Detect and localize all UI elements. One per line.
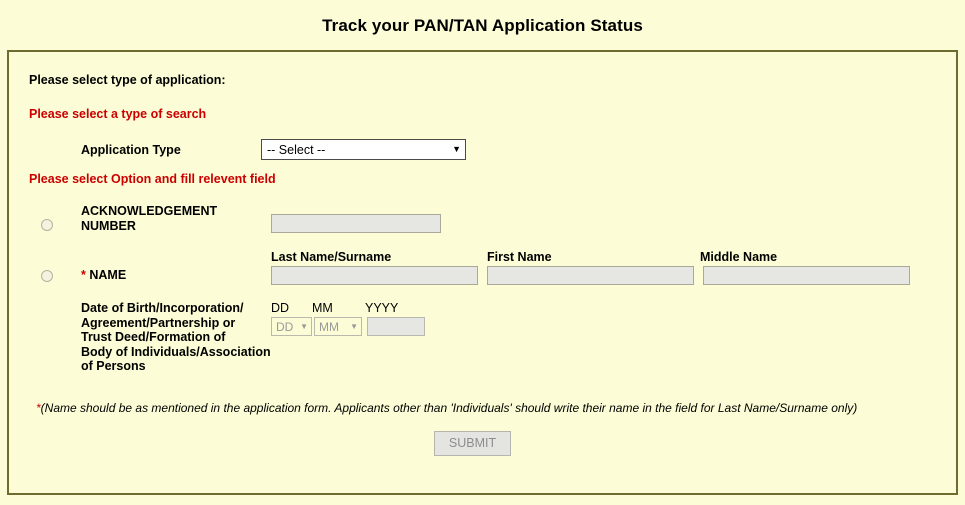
page-title: Track your PAN/TAN Application Status <box>322 16 643 35</box>
acknowledgement-option-row: ACKNOWLEDGEMENT NUMBER <box>29 202 936 236</box>
year-input[interactable] <box>367 317 425 336</box>
yyyy-header: YYYY <box>365 301 399 315</box>
name-inputs-group <box>271 266 910 285</box>
name-column-headers: Last Name/Surname First Name Middle Name <box>29 250 936 264</box>
acknowledgement-label-line-2: NUMBER <box>81 219 136 233</box>
dob-label-line-4: Body of Individuals/Association of Perso… <box>81 344 271 374</box>
first-name-input[interactable] <box>487 266 694 285</box>
application-type-label: Application Type <box>81 142 181 157</box>
name-option-row: * NAME <box>29 266 936 285</box>
name-radio-cell <box>29 269 81 282</box>
dob-label-line-1: Date of Birth/Incorporation/ <box>81 301 244 315</box>
form-content: Please select type of application: Pleas… <box>9 52 956 456</box>
month-selected-value: MM <box>319 319 339 334</box>
dob-label-line-2: Agreement/Partnership or <box>81 315 236 330</box>
application-type-row: Application Type -- Select -- ▼ <box>29 139 936 160</box>
middle-name-header: Middle Name <box>700 250 778 264</box>
chevron-down-icon: ▼ <box>350 321 358 331</box>
application-type-selected-value: -- Select -- <box>267 142 326 157</box>
dd-header: DD <box>271 301 290 315</box>
chevron-down-icon: ▼ <box>452 144 461 154</box>
acknowledgement-label-line-1: ACKNOWLEDGEMENT <box>81 204 218 218</box>
middle-name-input[interactable] <box>703 266 910 285</box>
radio-acknowledgement-number[interactable] <box>41 219 53 231</box>
dob-inputs-group: DD ▼ MM ▼ <box>271 317 425 336</box>
last-name-input[interactable] <box>271 266 478 285</box>
month-select[interactable]: MM ▼ <box>314 317 362 336</box>
name-label: * NAME <box>81 268 271 283</box>
name-label-text: NAME <box>89 268 127 282</box>
page-root: Track your PAN/TAN Application Status Pl… <box>0 0 965 505</box>
date-of-birth-label: Date of Birth/Incorporation/ Agreement/P… <box>81 301 271 374</box>
day-select[interactable]: DD ▼ <box>271 317 312 336</box>
acknowledgement-number-label: ACKNOWLEDGEMENT NUMBER <box>81 204 271 234</box>
application-status-form-panel: Please select type of application: Pleas… <box>7 50 958 495</box>
notice-select-option: Please select Option and fill relevent f… <box>29 172 276 186</box>
application-type-select[interactable]: -- Select -- ▼ <box>261 139 466 160</box>
first-name-header: First Name <box>487 250 552 264</box>
submit-button-row: SUBMIT <box>29 430 936 456</box>
footnote-text: (Name should be as mentioned in the appl… <box>40 400 858 415</box>
date-of-birth-row: Date of Birth/Incorporation/ Agreement/P… <box>29 301 936 374</box>
required-asterisk: * <box>81 268 86 282</box>
submit-button[interactable]: SUBMIT <box>433 430 512 456</box>
day-selected-value: DD <box>276 319 294 334</box>
chevron-down-icon: ▼ <box>300 321 308 331</box>
dob-field-headers: DD MM YYYY <box>271 301 425 315</box>
acknowledgement-radio-cell <box>29 207 81 231</box>
search-options-block: Please select Option and fill relevent f… <box>29 172 936 374</box>
dob-label-line-3: Trust Deed/Formation of <box>81 330 226 344</box>
select-application-type-label: Please select type of application: <box>29 73 226 87</box>
acknowledgement-number-input[interactable] <box>271 213 441 233</box>
mm-header: MM <box>312 301 333 315</box>
name-option-block: Last Name/Surname First Name Middle Name… <box>29 250 936 285</box>
date-of-birth-fields: DD MM YYYY DD ▼ MM ▼ <box>271 301 425 374</box>
radio-name[interactable] <box>41 269 53 282</box>
name-footnote: *(Name should be as mentioned in the app… <box>29 401 936 415</box>
notice-select-search-type: Please select a type of search <box>29 107 207 121</box>
last-name-header: Last Name/Surname <box>271 250 392 264</box>
